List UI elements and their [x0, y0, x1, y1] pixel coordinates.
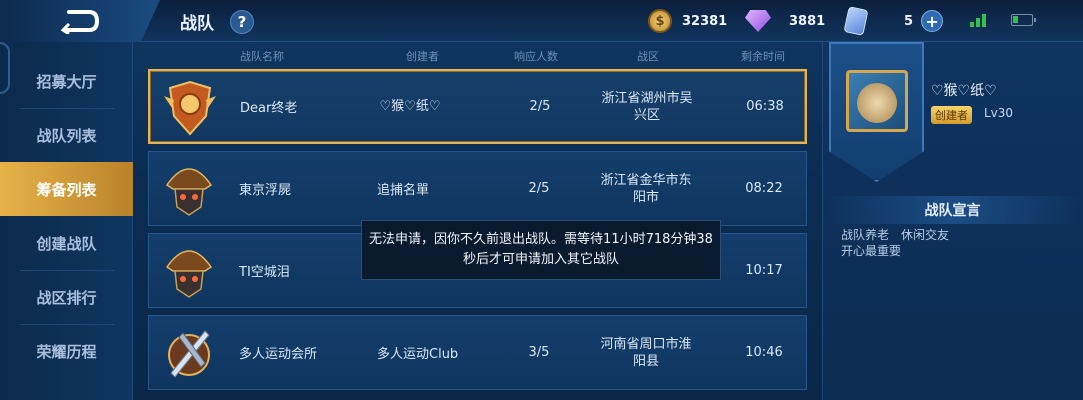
column-header-remaining-time: 剩余时间: [741, 50, 785, 63]
team-name: 多人运动会所: [239, 347, 318, 362]
sidebar-item-team-list[interactable]: 战队列表: [0, 108, 133, 162]
signal-icon: [970, 13, 990, 27]
table-row[interactable]: 多人运动会所 多人运动Club 3/5 河南省周口市淮阳县 10:46: [148, 315, 807, 390]
remaining-time: 10:17: [745, 263, 783, 278]
remaining-time: 06:38: [746, 99, 784, 114]
back-arrow-icon: [60, 10, 100, 34]
diamond-display: 3881: [745, 8, 825, 34]
gold-display: $ 32381: [648, 8, 727, 34]
creator-name: ♡猴♡纸♡: [379, 99, 441, 114]
leader-level: Lv30: [984, 106, 1014, 120]
response-count: 3/5: [528, 345, 550, 360]
back-button[interactable]: [0, 0, 160, 42]
sidebar-item-create-team[interactable]: 创建战队: [0, 216, 133, 270]
help-button[interactable]: ?: [230, 10, 254, 34]
region: 浙江省金华市东阳市: [600, 172, 692, 205]
card-icon: [843, 6, 869, 36]
remaining-time: 08:22: [745, 181, 783, 196]
card-amount: 5: [904, 13, 914, 29]
team-name: TI空城泪: [239, 265, 290, 280]
diamond-icon: [745, 10, 771, 32]
region: 河南省周口市淮阳县: [600, 336, 692, 369]
sidebar-item-region-ranking[interactable]: 战区排行: [0, 270, 133, 324]
column-header-response-count: 响应人数: [514, 50, 558, 63]
top-bar: 战队 ? $ 32381 3881 5 +: [0, 0, 1083, 42]
team-name: 東京浮屍: [239, 183, 292, 198]
gold-coin-icon: $: [648, 9, 672, 33]
region: 浙江省湖州市吴兴区: [601, 90, 693, 123]
leader-name: ♡猴♡纸♡: [931, 83, 997, 99]
dragon-emblem-icon: [164, 80, 216, 136]
declaration-title: 战队宣言: [822, 196, 1083, 224]
skull-emblem-icon: [165, 250, 213, 298]
creator-name: 多人运动Club: [377, 347, 459, 362]
sword-emblem-icon: [168, 330, 210, 378]
sidebar-item-recruit-hall[interactable]: 招募大厅: [0, 54, 133, 108]
add-card-button[interactable]: +: [921, 10, 944, 32]
battery-icon: [1011, 14, 1036, 26]
avatar[interactable]: [846, 70, 908, 132]
column-header-region: 战区: [637, 50, 659, 63]
toast-message: 无法申请，因你不久前退出战队。需等待11小时718分钟38秒后才可申请加入其它战…: [361, 220, 721, 280]
diamond-amount: 3881: [789, 13, 826, 29]
column-header-creator: 创建者: [406, 50, 439, 63]
response-count: 2/5: [528, 181, 550, 196]
remaining-time: 10:46: [745, 345, 783, 360]
declaration-text: 战队养老 休闲交友 开心最重要: [841, 228, 950, 258]
sidebar-item-prep-list[interactable]: 筹备列表: [0, 162, 133, 216]
team-name: Dear终老: [240, 101, 298, 116]
card-display: 5 +: [843, 6, 944, 36]
skull-emblem-icon: [165, 168, 213, 216]
avatar-face-icon: [857, 83, 897, 123]
table-row[interactable]: 東京浮屍 追捕名單 2/5 浙江省金华市东阳市 08:22: [148, 151, 807, 226]
column-header-team-name: 战队名称: [240, 50, 284, 63]
table-row[interactable]: Dear终老 ♡猴♡纸♡ 2/5 浙江省湖州市吴兴区 06:38: [148, 69, 807, 144]
creator-name: 追捕名單: [377, 183, 430, 198]
sidebar-item-glory-history[interactable]: 荣耀历程: [0, 324, 133, 378]
creator-badge: 创建者: [931, 106, 972, 124]
gold-amount: 32381: [682, 13, 728, 29]
page-title: 战队: [180, 14, 214, 34]
response-count: 2/5: [529, 99, 551, 114]
